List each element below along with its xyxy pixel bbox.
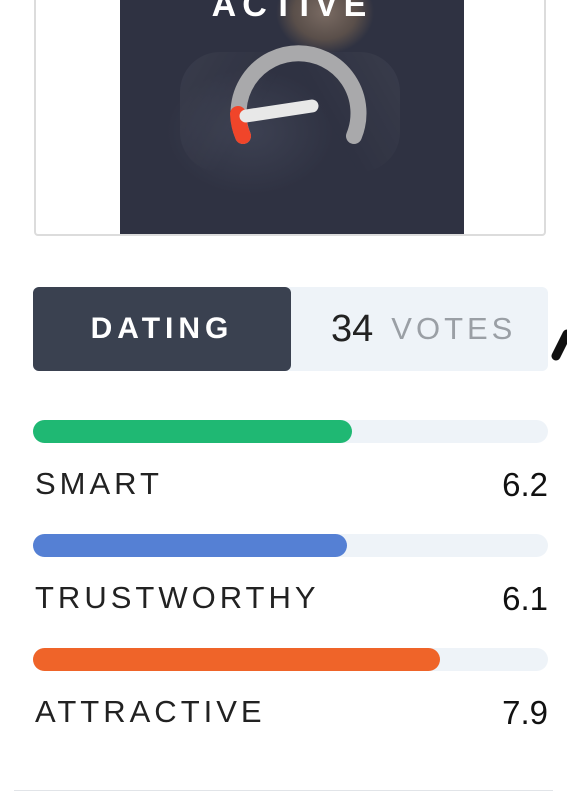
rating-fill xyxy=(33,420,353,443)
rating-track xyxy=(33,648,548,671)
votes-count: 34 xyxy=(331,307,374,350)
rating-track xyxy=(33,534,548,557)
rating-fill xyxy=(33,534,348,557)
edge-stroke-decoration xyxy=(551,329,567,361)
rating-label: SMART xyxy=(35,466,163,501)
rating-fill xyxy=(33,648,440,671)
rating-value: 6.2 xyxy=(502,466,548,503)
rating-value: 6.1 xyxy=(502,580,548,617)
profile-photo-card: ACTIVE xyxy=(34,0,546,236)
rating-trustworthy: TRUSTWORTHY 6.1 xyxy=(33,534,548,644)
rating-smart: SMART 6.2 xyxy=(33,420,548,530)
rating-label: ATTRACTIVE xyxy=(35,694,266,729)
speedometer-gauge-icon xyxy=(230,45,367,144)
divider xyxy=(14,790,553,791)
tab-dating[interactable]: DATING xyxy=(33,287,291,371)
votes-label: VOTES xyxy=(391,311,517,346)
rating-value: 7.9 xyxy=(502,694,548,731)
profile-photo: ACTIVE xyxy=(120,0,464,234)
status-label: ACTIVE xyxy=(211,0,373,24)
rating-label: TRUSTWORTHY xyxy=(35,580,320,615)
votes-summary: 34 VOTES xyxy=(331,287,516,371)
rating-track xyxy=(33,420,548,443)
category-votes-bar: DATING 34 VOTES xyxy=(33,287,548,371)
rating-attractive: ATTRACTIVE 7.9 xyxy=(33,648,548,758)
